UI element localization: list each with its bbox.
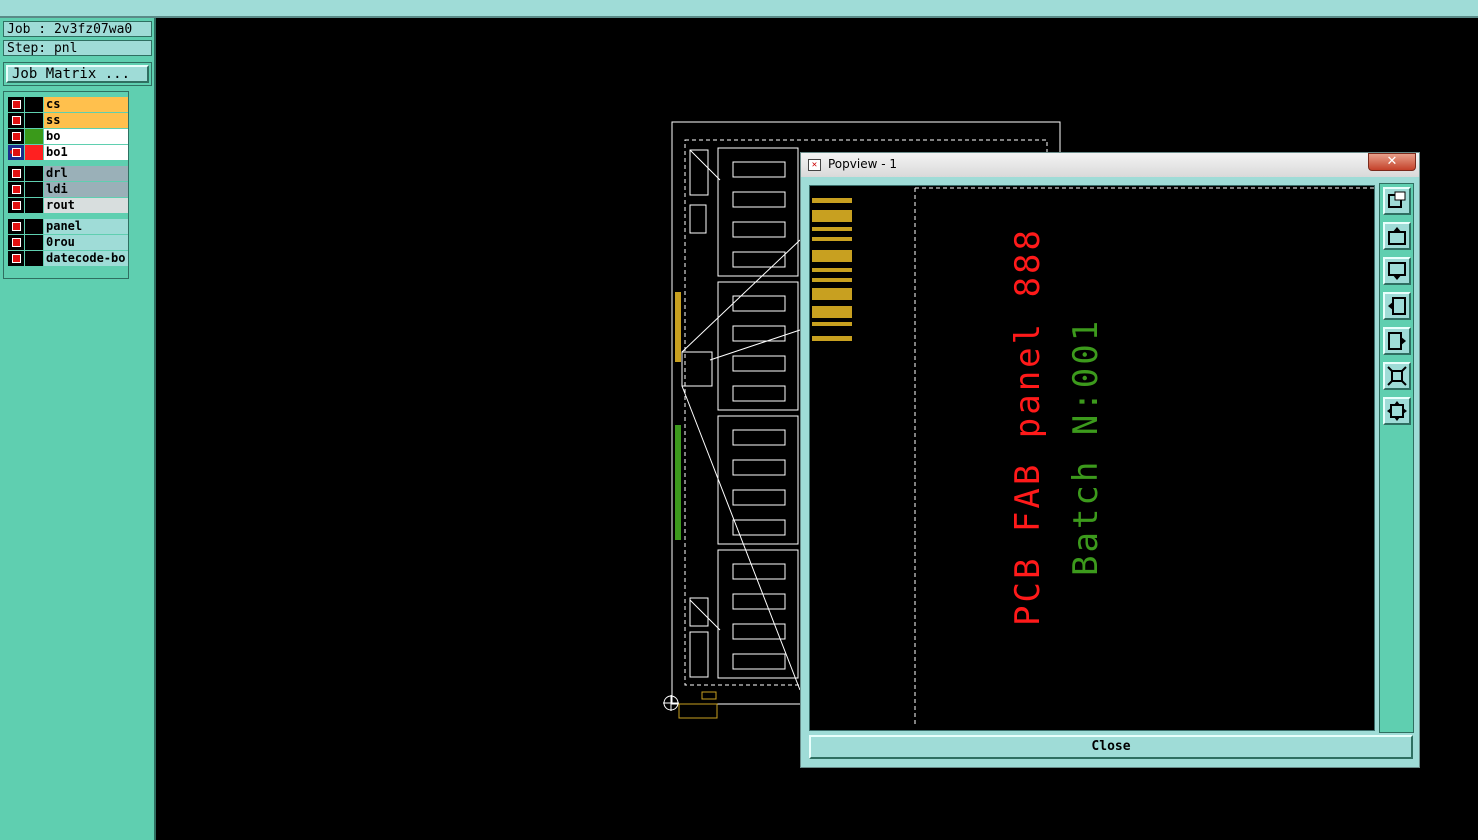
pan-down-button[interactable] bbox=[1383, 257, 1411, 285]
pan-left-icon bbox=[1388, 297, 1406, 315]
layer-row-0rou[interactable]: 0rou bbox=[8, 235, 128, 250]
zoom-window-button[interactable] bbox=[1383, 187, 1411, 215]
window-close-button[interactable]: ✕ bbox=[1368, 153, 1416, 171]
layer-color-swatch[interactable] bbox=[25, 113, 43, 128]
layer-color-swatch[interactable] bbox=[25, 97, 43, 112]
layer-name[interactable]: 0rou bbox=[44, 235, 128, 250]
pad-stack bbox=[812, 198, 852, 341]
layer-color-swatch[interactable] bbox=[25, 235, 43, 250]
layer-display-checkbox[interactable] bbox=[8, 97, 24, 112]
layer-name[interactable]: bo1 bbox=[44, 145, 128, 160]
pcb-array bbox=[681, 147, 801, 691]
zoom-out-button[interactable] bbox=[1383, 362, 1411, 390]
zoom-home-button[interactable] bbox=[1383, 397, 1411, 425]
job-name-label: Job : 2v3fz07wa0 bbox=[3, 21, 152, 37]
job-matrix-button[interactable]: Job Matrix ... bbox=[6, 65, 149, 83]
layer-display-checkbox[interactable] bbox=[8, 251, 24, 266]
layer-color-swatch[interactable] bbox=[25, 219, 43, 234]
layer-display-checkbox[interactable] bbox=[8, 166, 24, 181]
layer-row-ldi[interactable]: ldi bbox=[8, 182, 128, 197]
layer-name[interactable]: rout bbox=[44, 198, 128, 213]
pan-down-icon bbox=[1388, 262, 1406, 280]
layer-display-checkbox[interactable] bbox=[8, 219, 24, 234]
pan-right-button[interactable] bbox=[1383, 327, 1411, 355]
view-toolbar bbox=[1379, 183, 1414, 733]
popview-titlebar[interactable]: ✕ Popview - 1 ✕ bbox=[801, 153, 1419, 177]
layer-display-checkbox[interactable] bbox=[8, 145, 24, 160]
panel-label-text: PCB FAB panel 888 bbox=[1008, 227, 1048, 626]
copper-pads bbox=[675, 292, 718, 719]
layer-sidebar: Job : 2v3fz07wa0 Step: pnl Job Matrix ..… bbox=[0, 18, 156, 840]
layer-color-swatch[interactable] bbox=[25, 251, 43, 266]
layer-name[interactable]: ldi bbox=[44, 182, 128, 197]
batch-label-text: Batch N:001 bbox=[1066, 317, 1106, 576]
layer-color-swatch[interactable] bbox=[25, 129, 43, 144]
layer-row-drl[interactable]: drl bbox=[8, 166, 128, 181]
step-name-label: Step: pnl bbox=[3, 40, 152, 56]
layer-name[interactable]: ss bbox=[44, 113, 128, 128]
layer-row-panel[interactable]: panel bbox=[8, 219, 128, 234]
layer-display-checkbox[interactable] bbox=[8, 113, 24, 128]
layer-name[interactable]: datecode-bo bbox=[44, 251, 128, 266]
popview-canvas[interactable]: PCB FAB panel 888 Batch N:001 bbox=[809, 185, 1375, 731]
layer-color-swatch[interactable] bbox=[25, 145, 43, 160]
layer-display-checkbox[interactable] bbox=[8, 129, 24, 144]
layer-name[interactable]: bo bbox=[44, 129, 128, 144]
popview-window: ✕ Popview - 1 ✕ PCB FAB panel 888 Batch bbox=[800, 152, 1420, 768]
zoom-home-icon bbox=[1387, 401, 1407, 421]
popview-title: Popview - 1 bbox=[828, 157, 897, 171]
layer-row-bo[interactable]: bo bbox=[8, 129, 128, 144]
layer-name[interactable]: drl bbox=[44, 166, 128, 181]
layer-row-ss[interactable]: ss bbox=[8, 113, 128, 128]
layer-name[interactable]: cs bbox=[44, 97, 128, 112]
layer-color-swatch[interactable] bbox=[25, 166, 43, 181]
zoom-out-icon bbox=[1387, 366, 1407, 386]
close-button[interactable]: Close bbox=[809, 735, 1413, 759]
pan-right-icon bbox=[1388, 332, 1406, 350]
window-app-icon: ✕ bbox=[808, 159, 821, 171]
layer-color-swatch[interactable] bbox=[25, 198, 43, 213]
job-matrix-frame: Job Matrix ... bbox=[3, 62, 152, 86]
pan-up-icon bbox=[1388, 227, 1406, 245]
layer-list: cs ss bo bo1 drl ldi rout panel 0rou dat… bbox=[3, 91, 129, 279]
pan-up-button[interactable] bbox=[1383, 222, 1411, 250]
layer-row-cs[interactable]: cs bbox=[8, 97, 128, 112]
layer-row-bo1[interactable]: bo1 bbox=[8, 145, 128, 160]
layer-row-datecode-bo[interactable]: datecode-bo bbox=[8, 251, 128, 266]
layer-display-checkbox[interactable] bbox=[8, 235, 24, 250]
pan-left-button[interactable] bbox=[1383, 292, 1411, 320]
layer-row-rout[interactable]: rout bbox=[8, 198, 128, 213]
zoom-window-icon bbox=[1388, 191, 1406, 208]
layer-color-swatch[interactable] bbox=[25, 182, 43, 197]
layer-display-checkbox[interactable] bbox=[8, 198, 24, 213]
layer-display-checkbox[interactable] bbox=[8, 182, 24, 197]
layer-name[interactable]: panel bbox=[44, 219, 128, 234]
